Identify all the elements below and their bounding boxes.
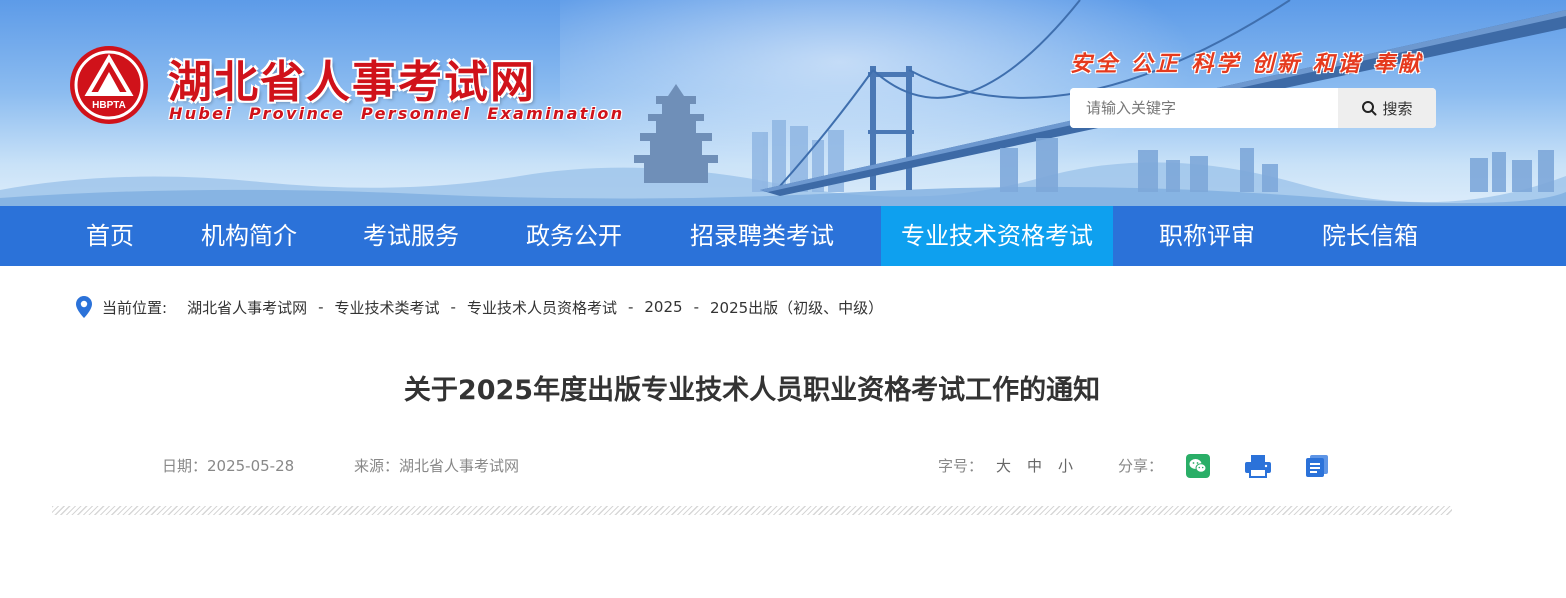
nav-item-professional-qualification[interactable]: 专业技术资格考试 (881, 206, 1113, 266)
breadcrumb-item-professional-exams[interactable]: 专业技术类考试 (335, 297, 440, 318)
article-date: 日期：2025-05-28 (162, 457, 295, 475)
nav-item-director-mailbox[interactable]: 院长信箱 (1305, 206, 1435, 266)
nav-item-public-affairs[interactable]: 政务公开 (509, 206, 639, 266)
search-button-label: 搜索 (1382, 99, 1413, 118)
breadcrumb-item-publishing[interactable]: 2025出版（初级、中级） (710, 297, 883, 318)
font-size-medium-button[interactable]: 中 (1027, 454, 1042, 478)
article-title: 关于2025年度出版专业技术人员职业资格考试工作的通知 (403, 375, 1101, 406)
header-banner: HBPTA 湖北省人事考试网 Hubei Province Personnel … (0, 0, 1566, 206)
breadcrumb-item-year[interactable]: 2025 (644, 298, 682, 316)
search-button[interactable]: 搜索 (1338, 88, 1436, 128)
site-title[interactable]: 湖北省人事考试网 (168, 46, 536, 110)
nav-item-recruitment-exams[interactable]: 招录聘类考试 (672, 206, 852, 266)
copy-icon[interactable] (1305, 454, 1329, 478)
breadcrumb-separator: - (318, 298, 324, 316)
breadcrumb-separator: - (450, 298, 456, 316)
location-pin-icon (76, 296, 92, 318)
nav-item-title-review[interactable]: 职称评审 (1142, 206, 1272, 266)
breadcrumb-separator: - (627, 298, 634, 316)
breadcrumb-label: 当前位置: (102, 298, 168, 317)
font-size-label: 字号： (938, 457, 984, 475)
search-box: 搜索 (1070, 88, 1436, 128)
search-input[interactable] (1070, 88, 1338, 128)
print-icon[interactable] (1244, 454, 1272, 478)
search-icon (1362, 101, 1377, 116)
nav-item-about[interactable]: 机构简介 (184, 206, 314, 266)
site-subtitle: Hubei Province Personnel Examination (169, 104, 625, 123)
logo-text: HBPTA (92, 100, 126, 111)
main-nav: 首页 机构简介 考试服务 政务公开 招录聘类考试 专业技术资格考试 职称评审 院… (0, 206, 1566, 266)
article-source: 来源：湖北省人事考试网 (354, 457, 520, 475)
site-logo[interactable]: HBPTA (68, 44, 150, 126)
breadcrumb: 当前位置: 湖北省人事考试网 - 专业技术类考试 - 专业技术人员资格考试 - … (76, 295, 883, 319)
tower-illustration (634, 84, 718, 183)
slogan: 安全 公正 科学 创新 和谐 奉献 (1070, 52, 1424, 77)
breadcrumb-separator: - (693, 298, 699, 316)
share-label: 分享： (1118, 457, 1164, 475)
breadcrumb-item-qualification-exams[interactable]: 专业技术人员资格考试 (467, 297, 617, 318)
breadcrumb-item-home[interactable]: 湖北省人事考试网 (187, 297, 307, 318)
font-size-large-button[interactable]: 大 (996, 454, 1011, 478)
nav-item-home[interactable]: 首页 (60, 206, 160, 266)
nav-item-exam-service[interactable]: 考试服务 (346, 206, 476, 266)
font-size-small-button[interactable]: 小 (1058, 454, 1073, 478)
article-divider (52, 506, 1452, 515)
wechat-icon[interactable] (1186, 454, 1210, 478)
